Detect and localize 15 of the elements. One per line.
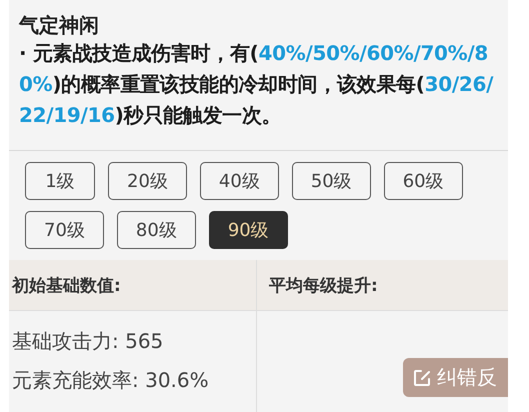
column-header: 平均每级提升:	[269, 274, 378, 296]
stat-value: 元素充能效率: 30.6%	[12, 367, 210, 394]
edit-icon	[413, 368, 431, 386]
level-button[interactable]: 20级	[108, 162, 187, 200]
stat-value: 基础攻击力: 565	[12, 328, 164, 355]
level-button[interactable]: 40级	[200, 162, 279, 200]
column-header: 初始基础数值:	[12, 274, 121, 296]
level-button[interactable]: 50级	[292, 162, 371, 200]
skill-description: · 元素战技造成伤害时，有(40%/50%/60%/70%/80%)的概率重置该技能的冷却时间，该效果每(30/26/22/19/16)秒只能触发一次。	[19, 40, 494, 129]
level-button[interactable]: 60级	[384, 162, 463, 200]
level-button[interactable]: 70级	[25, 211, 104, 249]
skill-title: 气定神闲	[19, 12, 99, 38]
level-button[interactable]: 1级	[25, 162, 95, 200]
level-button[interactable]: 90级	[208, 211, 288, 249]
level-button[interactable]: 80级	[116, 211, 196, 249]
